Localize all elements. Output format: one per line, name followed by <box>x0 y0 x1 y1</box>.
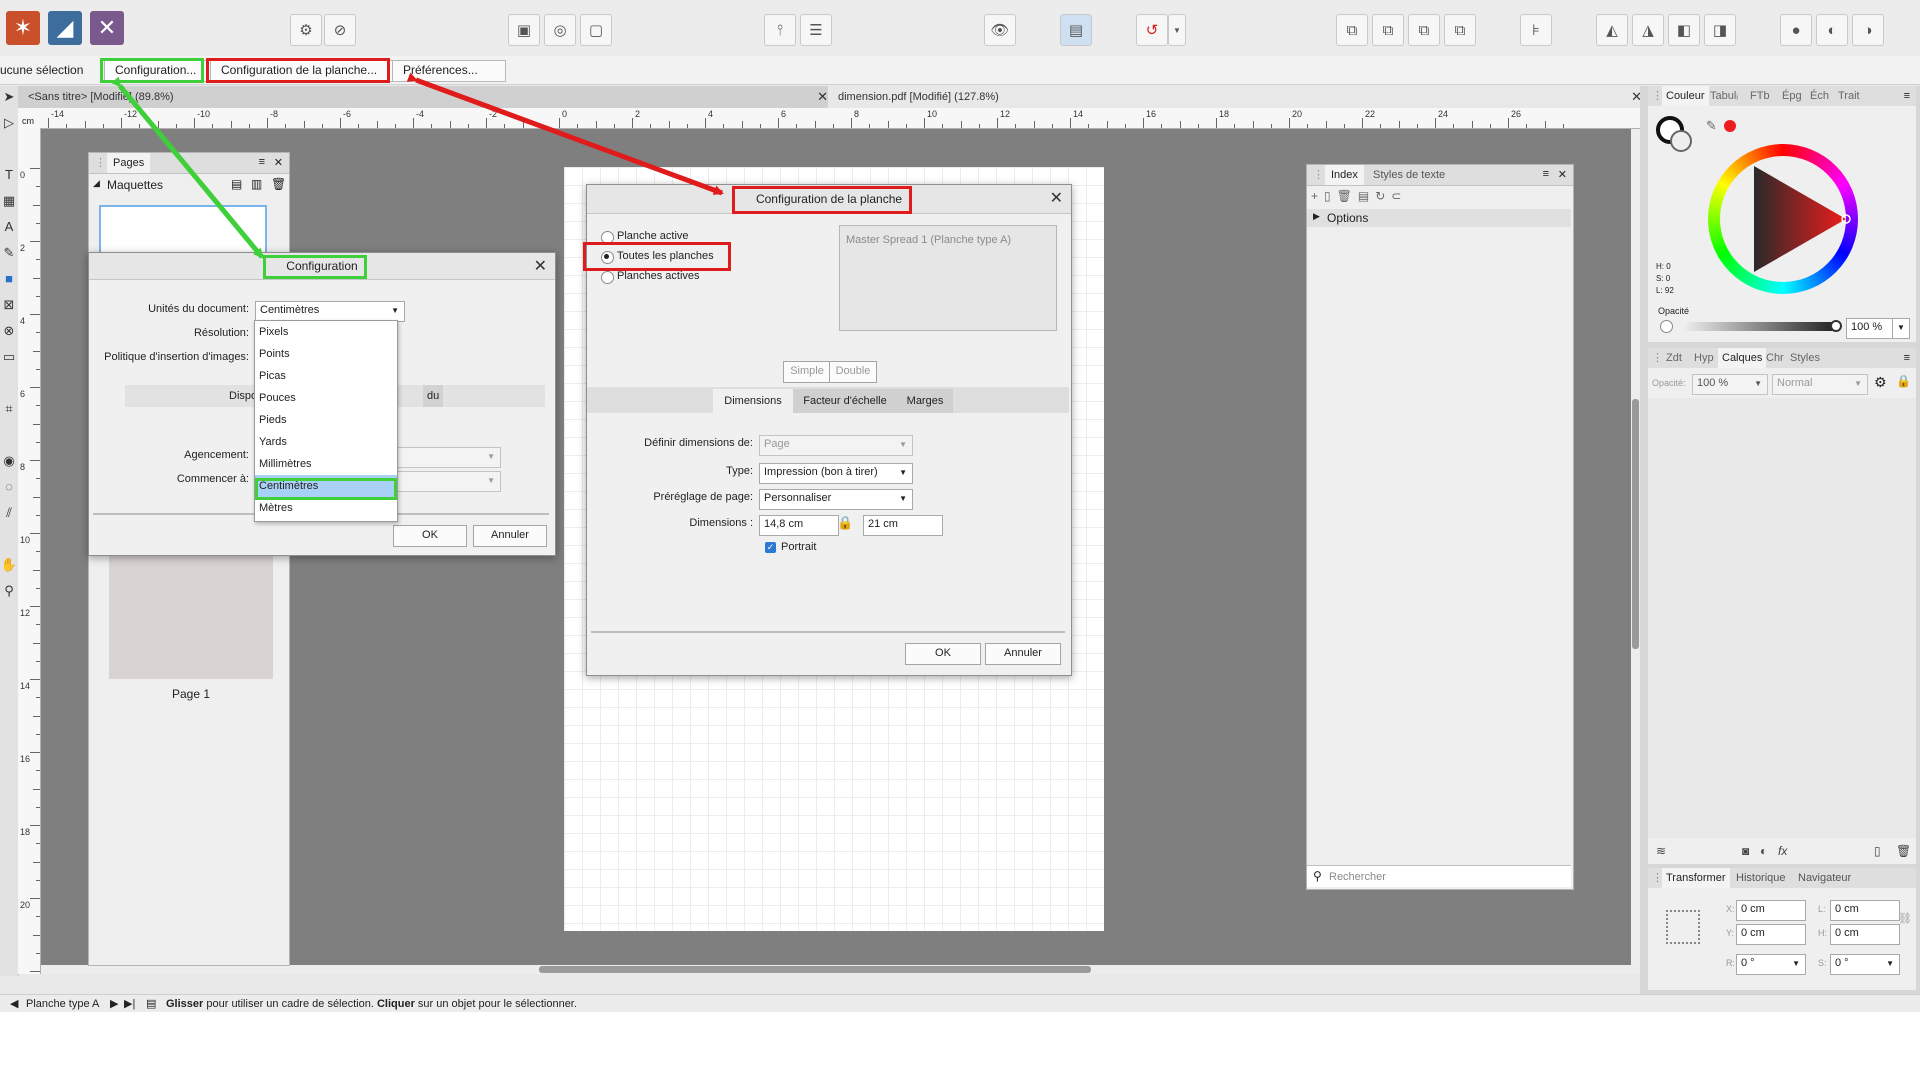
green-arrow <box>111 76 264 259</box>
annotation-arrows <box>111 72 724 259</box>
app-window: ✶ ◢ ✕ ⚙ ⊘ ▣ ◎ ▢ ⫯ ☰ 👁 ▤ ↺ ▼ ⧉ ⧉ ⧉ ⧉ ⊧ ◭ … <box>0 0 1920 1012</box>
red-arrow <box>406 72 724 196</box>
